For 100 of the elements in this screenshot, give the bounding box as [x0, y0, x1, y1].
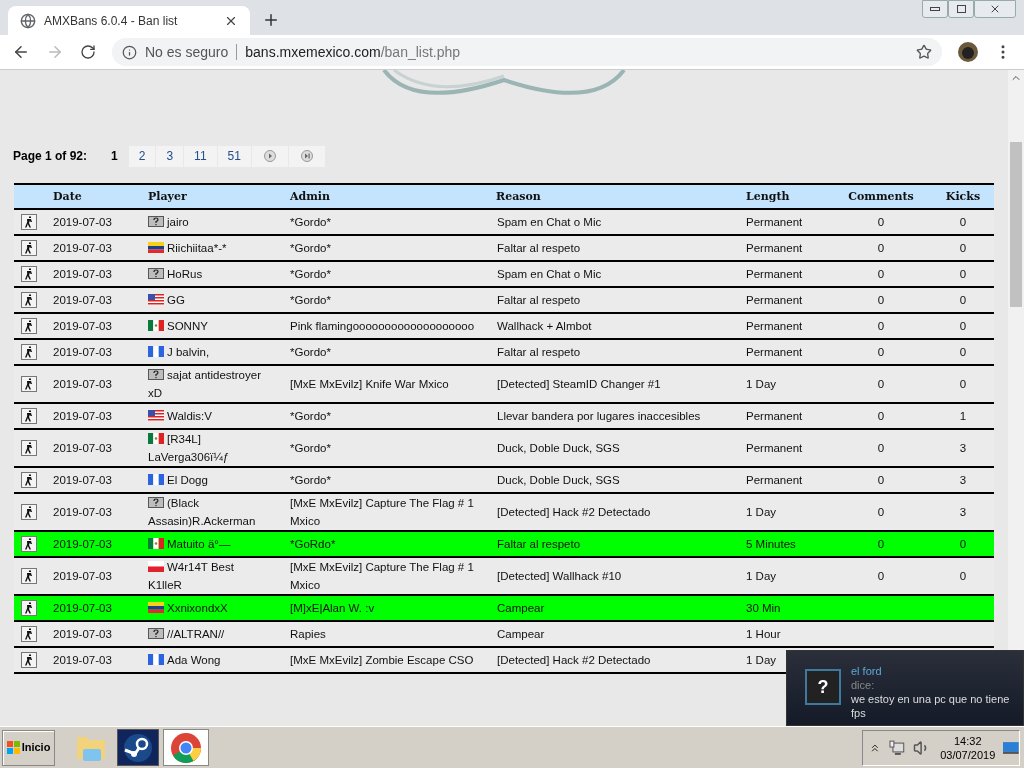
reason-cell: Campear — [497, 602, 545, 614]
ban-row[interactable]: 2019-07-03 Riichiitaa*-* *Gordo* Faltar al respeto Permanent 0 0 — [14, 235, 994, 261]
date-cell: 2019-07-03 — [53, 346, 112, 358]
length-cell: Permanent — [746, 474, 803, 486]
ban-row[interactable]: 2019-07-03 jairo *Gordo* Spam en Chat o Mic Permanent 0 0 — [14, 209, 994, 235]
column-header[interactable]: Admin — [290, 189, 331, 203]
running-figure-icon[interactable] — [21, 652, 37, 668]
chrome-taskbar-icon[interactable] — [163, 729, 209, 766]
column-header[interactable]: Kicks — [945, 189, 981, 203]
reason-cell: [Detected] Hack #2 Detectado — [497, 506, 651, 518]
admin-cell: [MxE MxEvilz] Capture The Flag # 1 Mxico — [290, 497, 474, 527]
network-icon[interactable] — [888, 739, 905, 756]
running-figure-icon[interactable] — [21, 440, 37, 456]
ban-row[interactable]: 2019-07-03 sajat antidestroyer xD [MxE MxEvilz] Knife War Mxico [Detected] SteamID Changer #1 1 Day 0 0 — [14, 365, 994, 403]
player-name: Waldis:V — [148, 407, 212, 425]
admin-cell: [M]xE|Alan W. :v — [290, 602, 375, 614]
kicks-cell: 0 — [959, 378, 967, 390]
running-figure-icon[interactable] — [21, 214, 37, 230]
page-link[interactable]: 1 — [101, 145, 128, 167]
ban-row[interactable]: 2019-07-03 HoRus *Gordo* Spam en Chat o Mic Permanent 0 0 — [14, 261, 994, 287]
ban-row[interactable]: 2019-07-03 GG *Gordo* Faltar al respeto Permanent 0 0 — [14, 287, 994, 313]
new-tab-icon[interactable] — [262, 11, 280, 29]
running-figure-icon[interactable] — [21, 536, 37, 552]
comments-cell: 0 — [877, 378, 885, 390]
length-cell: 1 Day — [746, 506, 777, 518]
clock[interactable]: 14:32 03/07/2019 — [940, 733, 996, 762]
browser-tab[interactable]: AMXBans 6.0.4 - Ban list — [8, 6, 250, 35]
comments-cell: 0 — [877, 474, 885, 486]
admin-cell: *Gordo* — [290, 268, 331, 280]
column-header[interactable]: Length — [746, 189, 790, 203]
running-figure-icon[interactable] — [21, 344, 37, 360]
player-name: HoRus — [148, 265, 203, 283]
column-header[interactable]: Comments — [848, 189, 914, 203]
length-cell: 1 Day — [746, 378, 777, 390]
address-bar[interactable]: No es seguro bans.mxemexico.com/ban_list.php — [112, 38, 942, 66]
start-button[interactable]: Inicio — [2, 729, 55, 766]
restore-button[interactable] — [948, 0, 974, 18]
admin-cell: *Gordo* — [290, 242, 331, 254]
steam-taskbar-icon[interactable] — [117, 729, 159, 766]
length-cell: 30 Min — [746, 602, 781, 614]
column-header[interactable]: Reason — [496, 189, 541, 203]
running-figure-icon[interactable] — [21, 266, 37, 282]
ban-row[interactable]: 2019-07-03 El Dogg *Gordo* Duck, Doble Duck, SGS Permanent 0 3 — [14, 467, 994, 493]
running-figure-icon[interactable] — [21, 504, 37, 520]
flag-icon — [148, 561, 164, 572]
date-cell: 2019-07-03 — [53, 570, 112, 582]
star-icon[interactable] — [916, 44, 932, 60]
ban-row[interactable]: 2019-07-03 Waldis:V *Gordo* Llevar bandera por lugares inaccesibles Permanent 0 1 — [14, 403, 994, 429]
reason-cell: Faltar al respeto — [497, 294, 581, 306]
kicks-cell: 0 — [959, 216, 967, 228]
ban-row[interactable]: 2019-07-03 J balvin, *Gordo* Faltar al respeto Permanent 0 0 — [14, 339, 994, 365]
kicks-cell: 3 — [959, 474, 967, 486]
admin-cell: [MxE MxEvilz] Zombie Escape CSO — [290, 654, 474, 666]
ban-row[interactable]: 2019-07-03 [R34L] LaVerga306ï¼ƒ *Gordo* Duck, Doble Duck, SGS Permanent 0 3 — [14, 429, 994, 467]
ban-row[interactable]: 2019-07-03 (Black Assasin)R.Ackerman [MxE MxEvilz] Capture The Flag # 1 Mxico [Detected] Hack #2 Detectado 1 Day 0 3 — [14, 493, 994, 531]
message-text: we estoy en una pc que no tiene fps — [851, 692, 1011, 720]
kicks-cell: 3 — [959, 442, 967, 454]
page-link[interactable]: 3 — [156, 145, 184, 167]
column-header[interactable]: Date — [53, 189, 82, 203]
chat-notification[interactable]: ? el ford dice: we estoy en una pc que no tiene fps — [786, 650, 1024, 726]
running-figure-icon[interactable] — [21, 568, 37, 584]
avatar-icon[interactable] — [958, 42, 978, 62]
length-cell: 1 Day — [746, 570, 777, 582]
running-figure-icon[interactable] — [21, 318, 37, 334]
comments-cell: 0 — [877, 320, 885, 332]
scrollbar-thumb[interactable] — [1010, 142, 1022, 307]
comments-cell: 0 — [877, 346, 885, 358]
minimize-button[interactable] — [922, 0, 948, 18]
player-name: XxnixondxX — [148, 599, 228, 617]
length-cell: 1 Hour — [746, 628, 781, 640]
running-figure-icon[interactable] — [21, 376, 37, 392]
close-icon — [989, 3, 1001, 15]
running-figure-icon[interactable] — [21, 626, 37, 642]
reload-icon[interactable] — [80, 44, 96, 60]
kicks-cell: 0 — [959, 242, 967, 254]
page-link[interactable]: 51 — [217, 145, 251, 167]
ban-row[interactable]: 2019-07-03 SONNY Pink flamingooooooooooooooooooo Wallhack + Almbot Permanent 0 0 — [14, 313, 994, 339]
ban-row[interactable]: 2019-07-03 //ALTRAN// Rapies Campear 1 Hour — [14, 621, 994, 647]
comments-cell: 0 — [877, 570, 885, 582]
running-figure-icon[interactable] — [21, 408, 37, 424]
running-figure-icon[interactable] — [21, 240, 37, 256]
comments-cell: 0 — [877, 538, 885, 550]
ban-row[interactable]: 2019-07-03 Matuito ä°— *GoRdo* Faltar al respeto 5 Minutes 0 0 — [14, 531, 994, 557]
show-desktop-icon[interactable] — [1003, 741, 1019, 754]
back-icon[interactable] — [12, 43, 30, 61]
running-figure-icon[interactable] — [21, 292, 37, 308]
reason-cell: Wallhack + Almbot — [497, 320, 592, 332]
ban-row[interactable]: 2019-07-03 XxnixondxX [M]xE|Alan W. :v Campear 30 Min — [14, 595, 994, 621]
globe-icon — [20, 12, 36, 29]
running-figure-icon[interactable] — [21, 600, 37, 616]
page-link[interactable]: 2 — [128, 145, 156, 167]
page-link[interactable]: 11 — [184, 145, 217, 167]
ban-row[interactable]: 2019-07-03 W4r14T Best K1lleR [MxE MxEvilz] Capture The Flag # 1 Mxico [Detected] Wallhack #10 1 Day 0 0 — [14, 557, 994, 595]
player-name: W4r14T Best K1lleR — [148, 560, 235, 593]
column-header[interactable]: Player — [148, 189, 187, 203]
running-figure-icon[interactable] — [21, 472, 37, 488]
flag-icon — [148, 294, 164, 305]
flag-icon — [148, 433, 164, 444]
player-name: (Black Assasin)R.Ackerman — [148, 496, 257, 529]
length-cell: Permanent — [746, 242, 803, 254]
